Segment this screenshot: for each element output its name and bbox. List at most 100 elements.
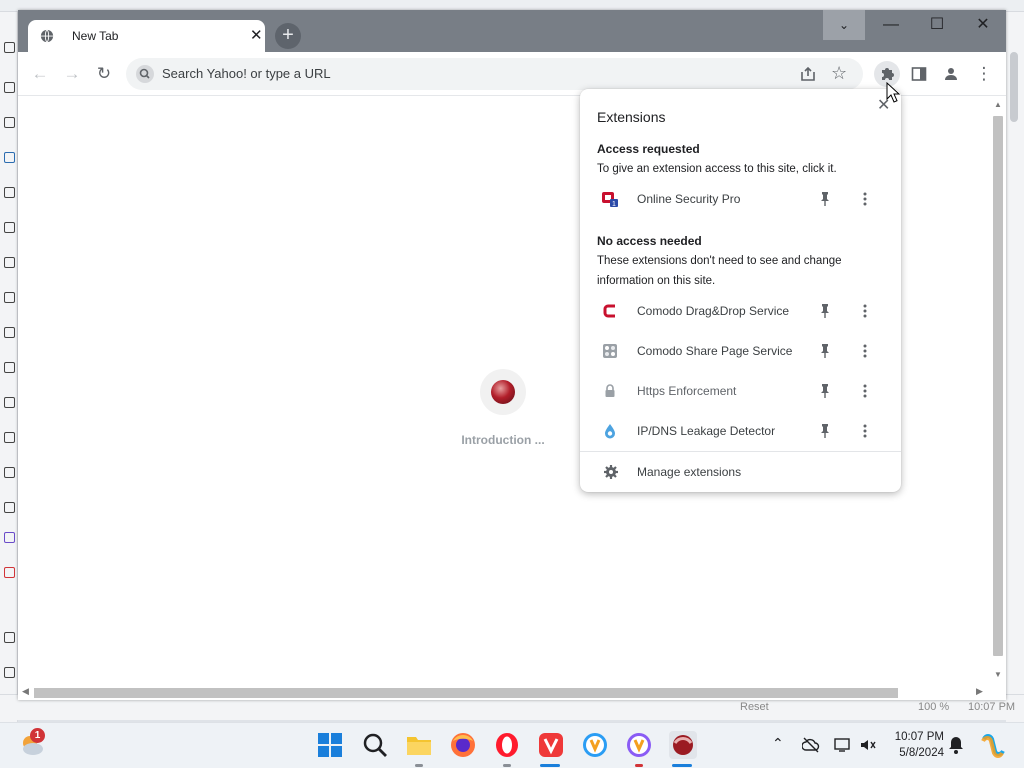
tab-new-tab[interactable]: New Tab ✕ bbox=[28, 20, 265, 52]
sidebar-icon[interactable] bbox=[4, 632, 15, 643]
sidebar-icon[interactable] bbox=[4, 467, 15, 478]
svg-text:1: 1 bbox=[612, 201, 616, 207]
scroll-up-arrow-icon[interactable]: ▲ bbox=[994, 100, 1002, 109]
taskbar: 1 ⌃ 10:07 PM 5/8/2024 bbox=[0, 722, 1024, 768]
sidebar-icon[interactable] bbox=[4, 327, 15, 338]
share-page-icon bbox=[603, 344, 617, 358]
chrome-menu-icon[interactable]: ⋮ bbox=[972, 62, 996, 86]
tab-close-icon[interactable]: ✕ bbox=[250, 26, 263, 44]
vertical-scroll-thumb[interactable] bbox=[993, 116, 1003, 656]
background-app-sidebar bbox=[0, 12, 18, 722]
scroll-right-arrow-icon[interactable]: ▶ bbox=[976, 686, 983, 697]
browser-app-icon-2[interactable] bbox=[625, 731, 653, 759]
opera-icon[interactable] bbox=[493, 731, 521, 759]
pin-icon[interactable] bbox=[818, 191, 832, 207]
gear-icon bbox=[604, 465, 618, 479]
popup-title: Extensions bbox=[597, 109, 666, 125]
tab-search-dropdown-icon[interactable]: ⌄ bbox=[823, 10, 865, 40]
side-panel-icon[interactable] bbox=[911, 66, 927, 82]
more-options-icon[interactable] bbox=[860, 343, 870, 359]
tab-strip: New Tab ✕ + ⌄ — ☐ ✕ bbox=[18, 10, 1006, 52]
file-explorer-icon[interactable] bbox=[405, 731, 433, 759]
pin-icon[interactable] bbox=[818, 303, 832, 319]
more-options-icon[interactable] bbox=[860, 303, 870, 319]
comodo-dragon-icon[interactable] bbox=[669, 731, 697, 759]
extension-row-ip-dns-leakage[interactable]: IP/DNS Leakage Detector bbox=[580, 414, 901, 448]
background-app-scrollbar[interactable] bbox=[1006, 12, 1024, 722]
new-tab-button[interactable]: + bbox=[275, 23, 301, 49]
search-icon[interactable] bbox=[361, 731, 389, 759]
sidebar-icon[interactable] bbox=[4, 432, 15, 443]
bookmark-star-icon[interactable]: ☆ bbox=[831, 63, 847, 84]
scroll-left-arrow-icon[interactable]: ◀ bbox=[22, 686, 29, 697]
reload-button[interactable]: ↻ bbox=[92, 62, 116, 86]
lock-icon bbox=[605, 384, 615, 397]
clock[interactable]: 10:07 PM 5/8/2024 bbox=[888, 729, 944, 761]
notification-bell-icon[interactable] bbox=[948, 736, 964, 754]
mouse-cursor-icon bbox=[886, 82, 900, 103]
sidebar-icon[interactable] bbox=[4, 502, 15, 513]
manage-extensions-button[interactable]: Manage extensions bbox=[580, 452, 901, 492]
notification-badge: 1 bbox=[30, 728, 45, 743]
weather-widget[interactable]: 1 bbox=[18, 728, 46, 759]
sidebar-icon[interactable] bbox=[4, 82, 15, 93]
comodo-c-icon bbox=[603, 304, 615, 318]
maximize-button[interactable]: ☐ bbox=[914, 10, 960, 40]
sidebar-icon[interactable] bbox=[4, 292, 15, 303]
sidebar-icon[interactable] bbox=[4, 117, 15, 128]
speaker-muted-icon[interactable] bbox=[859, 737, 877, 753]
sidebar-icon[interactable] bbox=[4, 257, 15, 268]
sidebar-icon[interactable] bbox=[4, 397, 15, 408]
manage-extensions-label: Manage extensions bbox=[637, 465, 742, 479]
reset-label[interactable]: Reset bbox=[740, 701, 769, 713]
sidebar-icon[interactable] bbox=[4, 222, 15, 233]
extension-row-https-enforcement[interactable]: Https Enforcement bbox=[580, 374, 901, 408]
app-indicator-active bbox=[540, 764, 560, 767]
profile-icon[interactable] bbox=[943, 66, 959, 82]
sidebar-icon[interactable] bbox=[4, 362, 15, 373]
firefox-icon[interactable] bbox=[449, 731, 477, 759]
loading-text: Introduction ... bbox=[461, 433, 545, 447]
zoom-label: 100 % bbox=[918, 701, 950, 713]
extension-row-comodo-drag-drop[interactable]: Comodo Drag&Drop Service bbox=[580, 294, 901, 328]
settings-icon[interactable] bbox=[4, 667, 15, 678]
display-icon[interactable] bbox=[834, 737, 850, 753]
address-bar[interactable]: Search Yahoo! or type a URL ☆ bbox=[126, 58, 863, 90]
search-icon bbox=[136, 65, 154, 83]
tray-chevron-icon[interactable]: ⌃ bbox=[772, 735, 784, 752]
sidebar-icon[interactable] bbox=[4, 532, 15, 543]
app-indicator-active bbox=[672, 764, 692, 767]
browser-app-icon[interactable] bbox=[581, 731, 609, 759]
horizontal-scroll-thumb[interactable] bbox=[34, 688, 898, 698]
forward-button[interactable]: → bbox=[60, 62, 84, 86]
sidebar-icon[interactable] bbox=[4, 187, 15, 198]
share-icon[interactable] bbox=[799, 65, 817, 83]
sidebar-icon[interactable] bbox=[4, 567, 15, 578]
scroll-down-arrow-icon[interactable]: ▼ bbox=[994, 670, 1002, 679]
copilot-icon[interactable] bbox=[980, 733, 1006, 759]
clock-time: 10:07 PM bbox=[894, 731, 944, 743]
more-options-icon[interactable] bbox=[860, 423, 870, 439]
vertical-scrollbar[interactable]: ▲ ▼ bbox=[990, 96, 1006, 684]
back-button[interactable]: ← bbox=[28, 62, 52, 86]
sidebar-icon[interactable] bbox=[4, 152, 15, 163]
online-security-pro-icon: 1 bbox=[602, 192, 618, 207]
globe-icon bbox=[40, 29, 54, 43]
windows-start-icon[interactable] bbox=[316, 731, 344, 759]
more-options-icon[interactable] bbox=[860, 383, 870, 399]
leak-detector-icon bbox=[605, 424, 615, 439]
extension-row-online-security-pro[interactable]: 1 Online Security Pro bbox=[580, 182, 901, 216]
pin-icon[interactable] bbox=[818, 423, 832, 439]
cloud-offline-icon[interactable] bbox=[802, 737, 820, 753]
horizontal-scrollbar[interactable]: ◀ ▶ bbox=[18, 684, 990, 700]
close-window-button[interactable]: ✕ bbox=[960, 10, 1006, 40]
loading-logo bbox=[480, 369, 526, 415]
minimize-button[interactable]: — bbox=[868, 10, 914, 40]
sidebar-icon[interactable] bbox=[4, 42, 15, 53]
pin-icon[interactable] bbox=[818, 383, 832, 399]
extension-row-comodo-share-page[interactable]: Comodo Share Page Service bbox=[580, 334, 901, 368]
more-options-icon[interactable] bbox=[860, 191, 870, 207]
vivaldi-icon[interactable] bbox=[537, 731, 565, 759]
pin-icon[interactable] bbox=[818, 343, 832, 359]
app-indicator bbox=[635, 764, 643, 767]
